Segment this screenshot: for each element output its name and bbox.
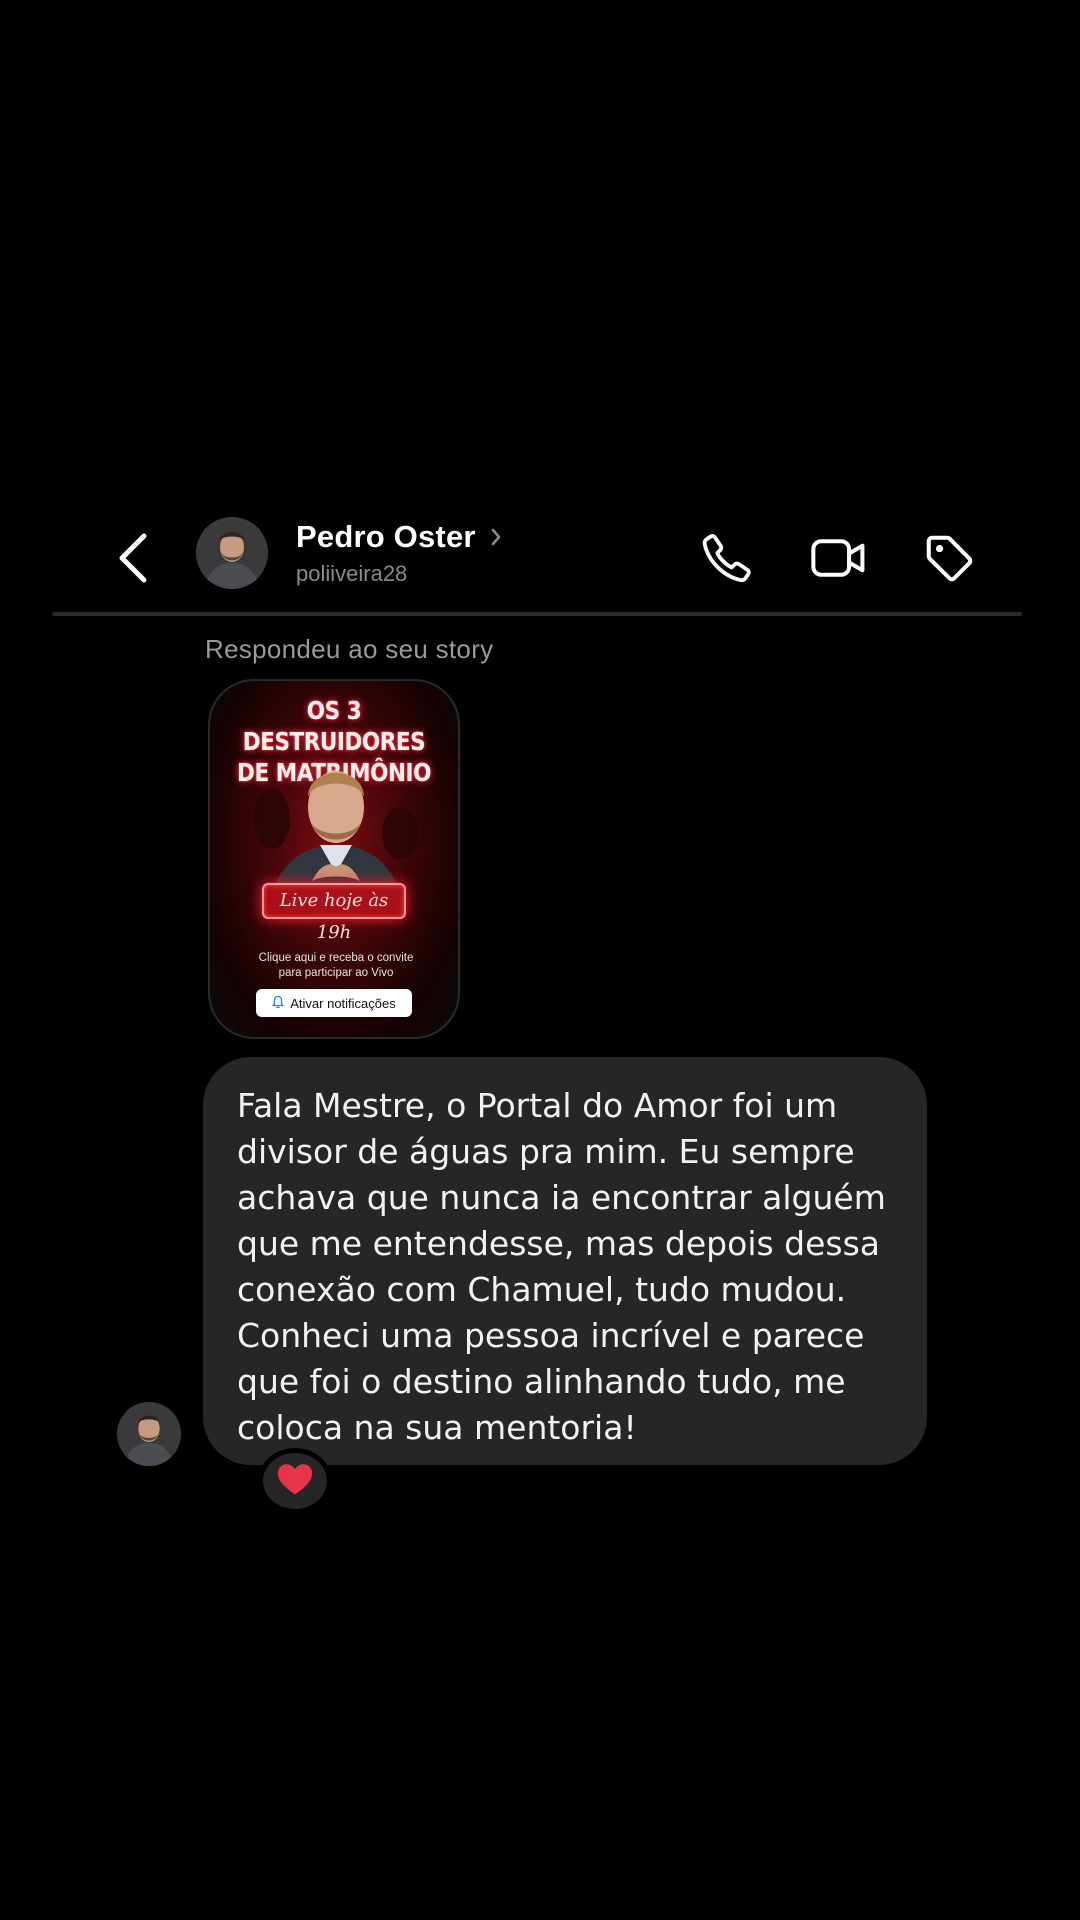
- story-preview[interactable]: OS 3 DESTRUIDORES DE MATRIMÔNIO Live hoj…: [208, 679, 460, 1039]
- heart-reaction[interactable]: [258, 1448, 332, 1514]
- avatar[interactable]: [196, 517, 268, 589]
- contact-handle: poliiveira28: [296, 561, 408, 586]
- bell-icon: [272, 995, 285, 1012]
- back-arrow-icon[interactable]: [108, 530, 158, 586]
- contact-name: Pedro Oster: [296, 519, 476, 554]
- video-call-icon[interactable]: [810, 529, 868, 587]
- story-reply-caption: Respondeu ao seu story: [205, 634, 494, 664]
- tag-icon[interactable]: [920, 529, 978, 587]
- chevron-right-icon: [490, 526, 504, 548]
- header-divider: [52, 612, 1022, 616]
- chat-header: Pedro Oster poliiveira28: [0, 505, 1080, 605]
- live-label: Live hoje às 19h: [262, 883, 406, 943]
- story-subtitle: Clique aqui e receba o convite para part…: [258, 952, 414, 979]
- dm-screen: Pedro Oster poliiveira28 Respondeu ao se…: [0, 0, 1080, 1920]
- contact-info[interactable]: Pedro Oster poliiveira28: [296, 519, 504, 587]
- activate-notifications-button[interactable]: Ativar notificações: [256, 989, 412, 1017]
- sender-avatar[interactable]: [117, 1402, 181, 1466]
- heart-icon: [275, 1461, 315, 1502]
- message-bubble[interactable]: Fala Mestre, o Portal do Amor foi um div…: [203, 1057, 927, 1465]
- phone-icon[interactable]: [698, 529, 756, 587]
- message-text: Fala Mestre, o Portal do Amor foi um div…: [237, 1086, 886, 1447]
